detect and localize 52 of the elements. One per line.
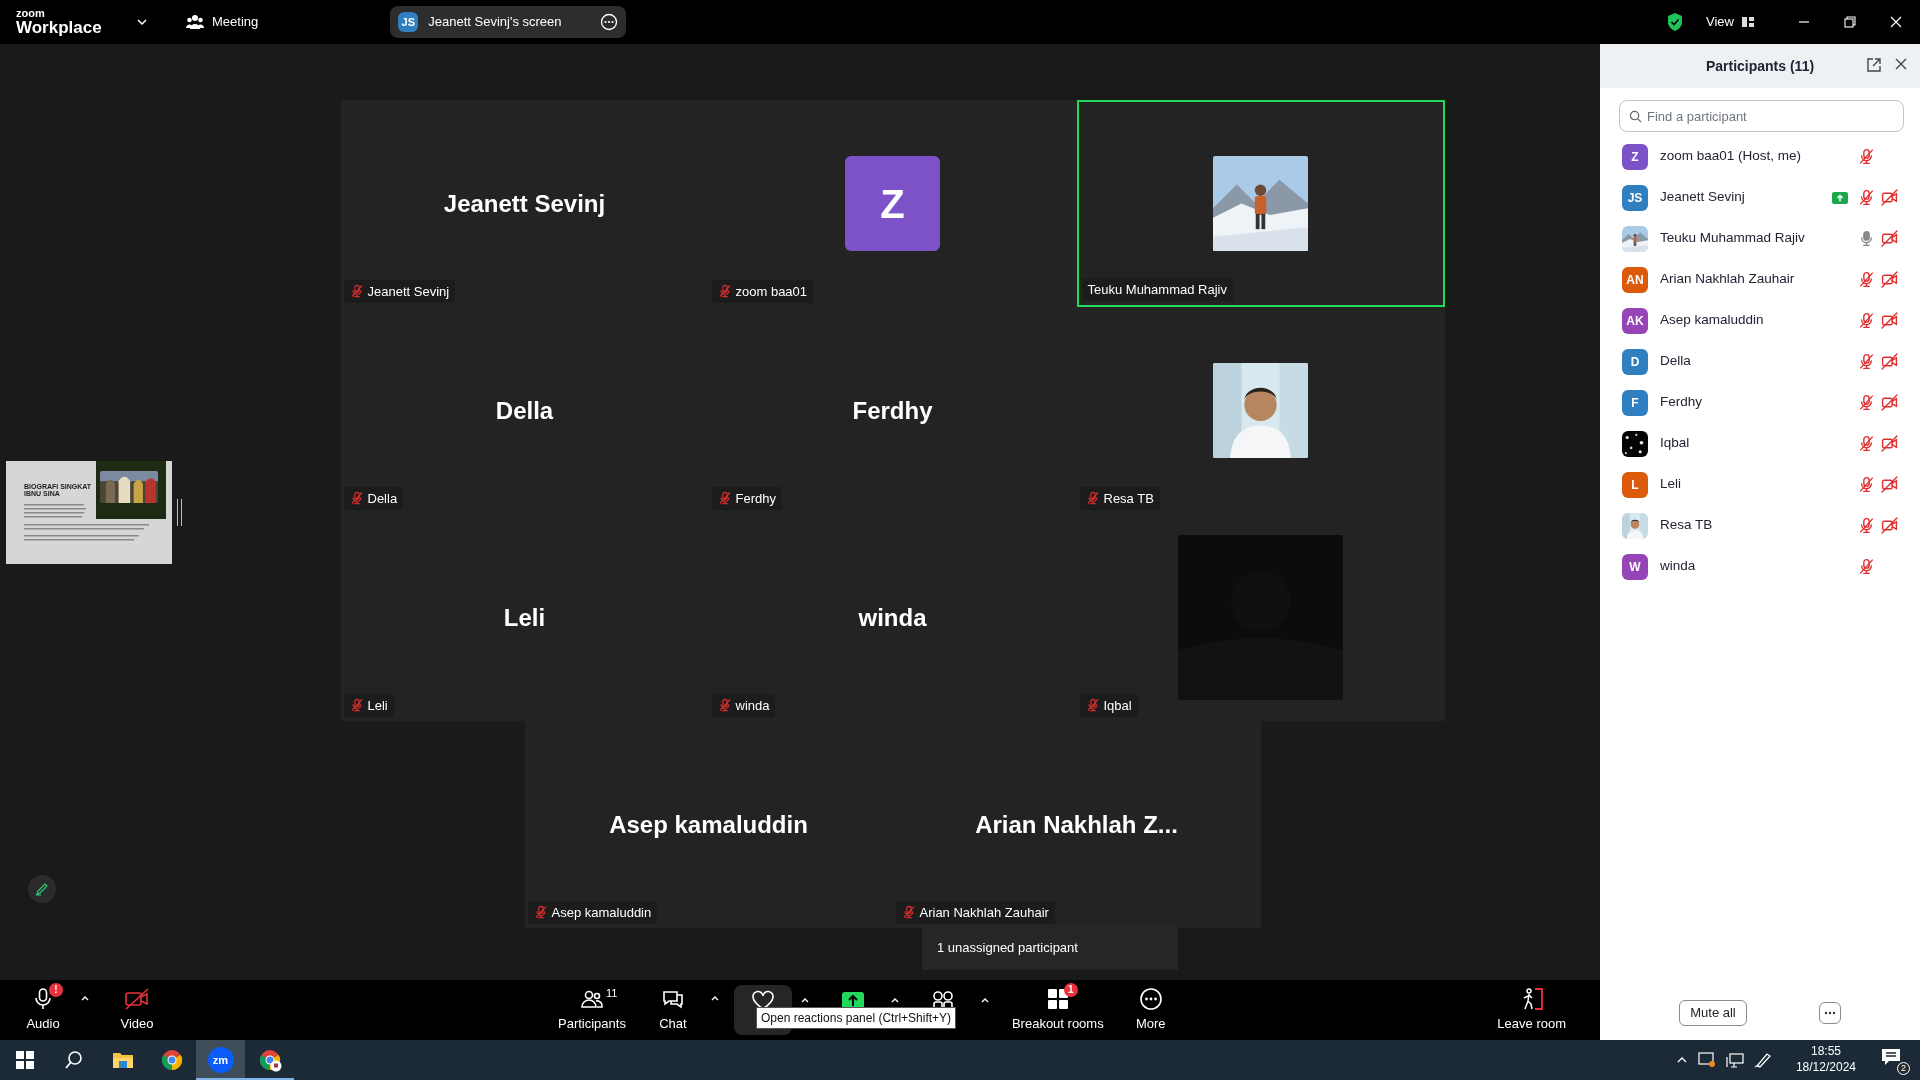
participant-name: Ferdhy	[852, 395, 933, 426]
avatar: W	[1622, 553, 1648, 580]
name-text: Leli	[367, 696, 388, 715]
notification-badge: !	[49, 982, 63, 997]
tooltip: Open reactions panel (Ctrl+Shift+Y)	[756, 1007, 957, 1029]
name-text: Ferdhy	[735, 489, 776, 508]
name-text: Asep kamaluddin	[551, 903, 652, 922]
participant-name: Arian Nakhlah Zauhair	[1660, 270, 1796, 289]
participant-count: 11	[605, 985, 618, 1001]
participant-name: Asep kamaluddin	[609, 809, 808, 840]
avatar: JS	[1622, 184, 1648, 211]
name-text: winda	[735, 696, 770, 715]
avatar: L	[1622, 471, 1648, 498]
participant-name: Teuku Muhammad Rajiv	[1660, 229, 1806, 248]
clock-time: 18:55	[1810, 1044, 1841, 1060]
name-text: zoom baa01	[735, 282, 808, 301]
participant-name: zoom baa01 (Host, me)	[1660, 147, 1803, 166]
participant-name: Ferdhy	[1660, 393, 1704, 412]
avatar: JS	[398, 12, 419, 32]
avatar: D	[1622, 348, 1648, 375]
participant-name: Iqbal	[1660, 434, 1691, 453]
name-text: Jeanett Sevinj	[367, 282, 450, 301]
name-text: Iqbal	[1103, 696, 1132, 715]
participant-name: winda	[1660, 557, 1697, 576]
participant-name: Leli	[1660, 475, 1682, 494]
clock-date: 18/12/2024	[1795, 1060, 1856, 1076]
participant-name: Asep kamaluddin	[1660, 311, 1765, 330]
participant-name: Leli	[503, 602, 546, 633]
participant-name: Della	[495, 395, 554, 426]
name-text: Teuku Muhammad Rajiv	[1087, 280, 1227, 299]
avatar: AK	[1622, 307, 1648, 334]
name-text: Della	[367, 489, 398, 508]
avatar: Z	[845, 156, 940, 251]
participant-name: Jeanett Sevinj	[1660, 188, 1746, 207]
avatar: AN	[1622, 266, 1648, 293]
panel-title: Participants (11)	[1705, 56, 1815, 76]
notification-count: 2	[1897, 1062, 1910, 1075]
avatar: Z	[1622, 143, 1648, 170]
app-logo: zm	[207, 1047, 234, 1073]
participant-name: Arian Nakhlah Z...	[975, 809, 1178, 840]
notification-badge: 1	[1063, 982, 1078, 997]
name-text: Resa TB	[1103, 489, 1154, 508]
tooltip: 1 unassigned participant	[922, 925, 1178, 970]
name-text: Arian Nakhlah Zauhair	[919, 903, 1049, 922]
app-name: Workplace	[16, 19, 103, 36]
avatar: F	[1622, 389, 1648, 416]
participant-name: winda	[858, 602, 927, 633]
share-label: Jeanett Sevinj's screen	[428, 13, 563, 32]
participant-name: Jeanett Sevinj	[443, 188, 606, 219]
participant-name: Della	[1660, 352, 1692, 371]
app-name-small: zoom	[16, 8, 46, 19]
participant-name: Resa TB	[1660, 516, 1714, 535]
